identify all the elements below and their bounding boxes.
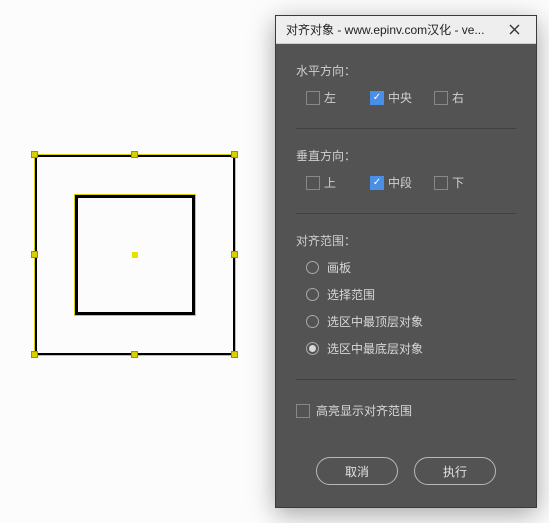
dialog-title: 对齐对象 - www.epinv.com汉化 - ve... <box>286 21 498 38</box>
scope-opt0-label: 画板 <box>327 259 351 276</box>
checkbox-icon <box>306 91 320 105</box>
h-align-right[interactable]: 右 <box>434 89 492 106</box>
v-bottom-label: 下 <box>452 174 464 191</box>
scope-option-bottom-object[interactable]: 选区中最底层对象 <box>306 340 516 357</box>
dialog-titlebar[interactable]: 对齐对象 - www.epinv.com汉化 - ve... <box>276 16 536 44</box>
h-right-label: 右 <box>452 89 464 106</box>
close-icon <box>509 24 520 35</box>
radio-icon <box>306 342 319 355</box>
checkbox-icon <box>434 176 448 190</box>
close-button[interactable] <box>498 19 530 41</box>
cancel-button[interactable]: 取消 <box>316 457 398 485</box>
center-point-icon <box>132 252 138 258</box>
scope-option-top-object[interactable]: 选区中最顶层对象 <box>306 313 516 330</box>
handle-tl[interactable] <box>31 151 38 158</box>
highlight-scope-toggle[interactable]: 高亮显示对齐范围 <box>296 402 516 419</box>
scope-label: 对齐范围： <box>296 232 516 249</box>
v-align-top[interactable]: 上 <box>306 174 364 191</box>
horizontal-label: 水平方向： <box>296 62 516 79</box>
checkbox-icon <box>306 176 320 190</box>
handle-bl[interactable] <box>31 351 38 358</box>
cancel-label: 取消 <box>345 463 369 480</box>
checkbox-icon <box>296 404 310 418</box>
align-objects-dialog: 对齐对象 - www.epinv.com汉化 - ve... 水平方向： 左 中… <box>275 15 537 508</box>
handle-ml[interactable] <box>31 251 38 258</box>
canvas-preview <box>35 155 235 355</box>
handle-mr[interactable] <box>231 251 238 258</box>
highlight-label: 高亮显示对齐范围 <box>316 402 412 419</box>
divider <box>296 128 516 129</box>
v-align-bottom[interactable]: 下 <box>434 174 492 191</box>
handle-tc[interactable] <box>131 151 138 158</box>
execute-button[interactable]: 执行 <box>414 457 496 485</box>
v-middle-label: 中段 <box>388 174 412 191</box>
divider <box>296 213 516 214</box>
h-align-left[interactable]: 左 <box>306 89 364 106</box>
scope-opt3-label: 选区中最底层对象 <box>327 340 423 357</box>
radio-icon <box>306 315 319 328</box>
vertical-label: 垂直方向： <box>296 147 516 164</box>
scope-option-artboard[interactable]: 画板 <box>306 259 516 276</box>
handle-tr[interactable] <box>231 151 238 158</box>
v-top-label: 上 <box>324 174 336 191</box>
radio-icon <box>306 288 319 301</box>
checkbox-icon <box>370 91 384 105</box>
scope-opt1-label: 选择范围 <box>327 286 375 303</box>
scope-option-selection[interactable]: 选择范围 <box>306 286 516 303</box>
checkbox-icon <box>434 91 448 105</box>
scope-opt2-label: 选区中最顶层对象 <box>327 313 423 330</box>
checkbox-icon <box>370 176 384 190</box>
h-align-center[interactable]: 中央 <box>370 89 428 106</box>
h-left-label: 左 <box>324 89 336 106</box>
h-center-label: 中央 <box>388 89 412 106</box>
divider <box>296 379 516 380</box>
handle-bc[interactable] <box>131 351 138 358</box>
execute-label: 执行 <box>443 463 467 480</box>
handle-br[interactable] <box>231 351 238 358</box>
radio-icon <box>306 261 319 274</box>
v-align-middle[interactable]: 中段 <box>370 174 428 191</box>
